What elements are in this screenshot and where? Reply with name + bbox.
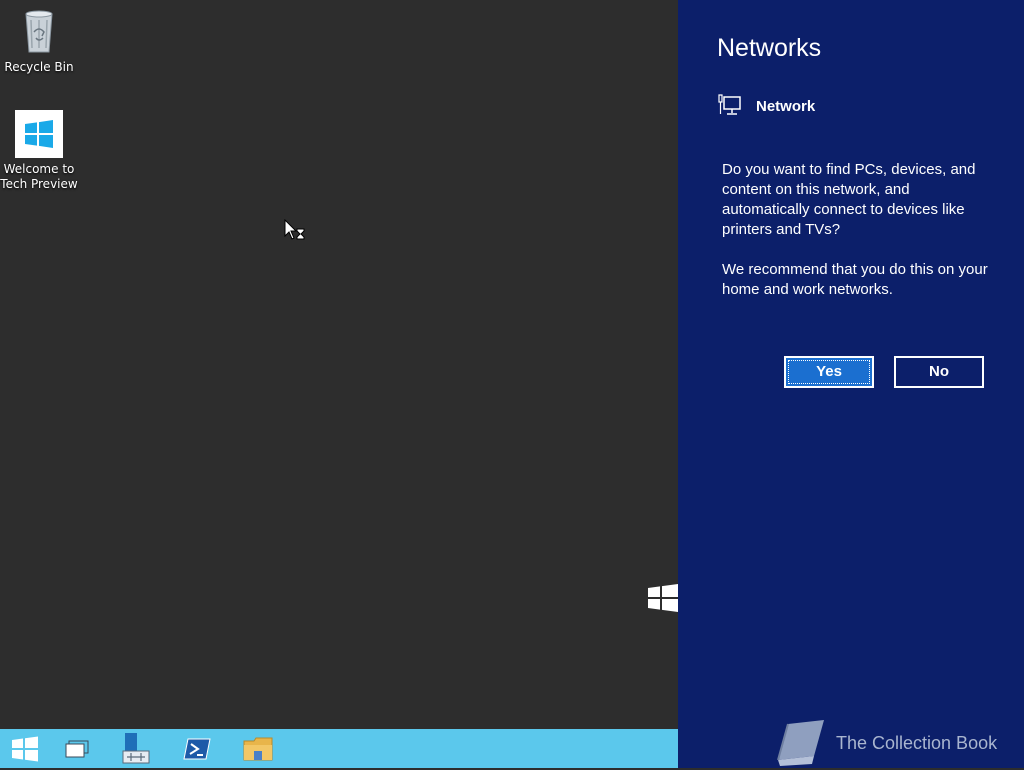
- book-icon: [774, 718, 828, 766]
- desktop-icon-recycle-bin[interactable]: Recycle Bin: [0, 6, 78, 75]
- powershell-icon: [183, 738, 211, 759]
- folder-icon: [243, 737, 273, 760]
- busy-cursor-icon: [284, 218, 308, 243]
- desktop-icon-label: Recycle Bin: [4, 60, 74, 74]
- desktop-icon-welcome[interactable]: Welcome to Tech Preview: [0, 110, 78, 192]
- watermark: The Collection Book: [774, 716, 1014, 768]
- windows-logo-icon: [15, 110, 63, 158]
- network-name: Network: [756, 98, 816, 115]
- server-manager-icon: [122, 732, 150, 763]
- network-icon: [718, 94, 742, 116]
- recycle-bin-icon: [14, 6, 64, 56]
- network-discovery-prompt: Do you want to find PCs, devices, and co…: [722, 160, 992, 320]
- desktop-icon-label: Welcome to Tech Preview: [0, 162, 78, 191]
- file-explorer-button[interactable]: [233, 729, 283, 768]
- taskbar: [0, 729, 678, 768]
- task-view-icon: [65, 740, 89, 757]
- windows-logo-icon[interactable]: [647, 583, 678, 614]
- yes-button[interactable]: Yes: [784, 356, 874, 388]
- no-button[interactable]: No: [894, 356, 984, 388]
- watermark-text: The Collection Book: [836, 733, 998, 753]
- powershell-button[interactable]: [172, 729, 222, 768]
- prompt-recommendation: We recommend that you do this on your ho…: [722, 261, 988, 298]
- desktop: Recycle Bin Welcome to Tech Preview: [0, 0, 678, 729]
- start-button[interactable]: [0, 729, 50, 768]
- panel-title: Networks: [717, 34, 822, 62]
- task-view-button[interactable]: [52, 729, 102, 768]
- networks-panel: Networks Network Do you want to find PCs…: [678, 0, 1024, 768]
- server-manager-button[interactable]: [110, 729, 160, 768]
- windows-logo-icon: [12, 736, 38, 761]
- prompt-question: Do you want to find PCs, devices, and co…: [722, 161, 976, 238]
- network-item[interactable]: Network: [718, 92, 998, 120]
